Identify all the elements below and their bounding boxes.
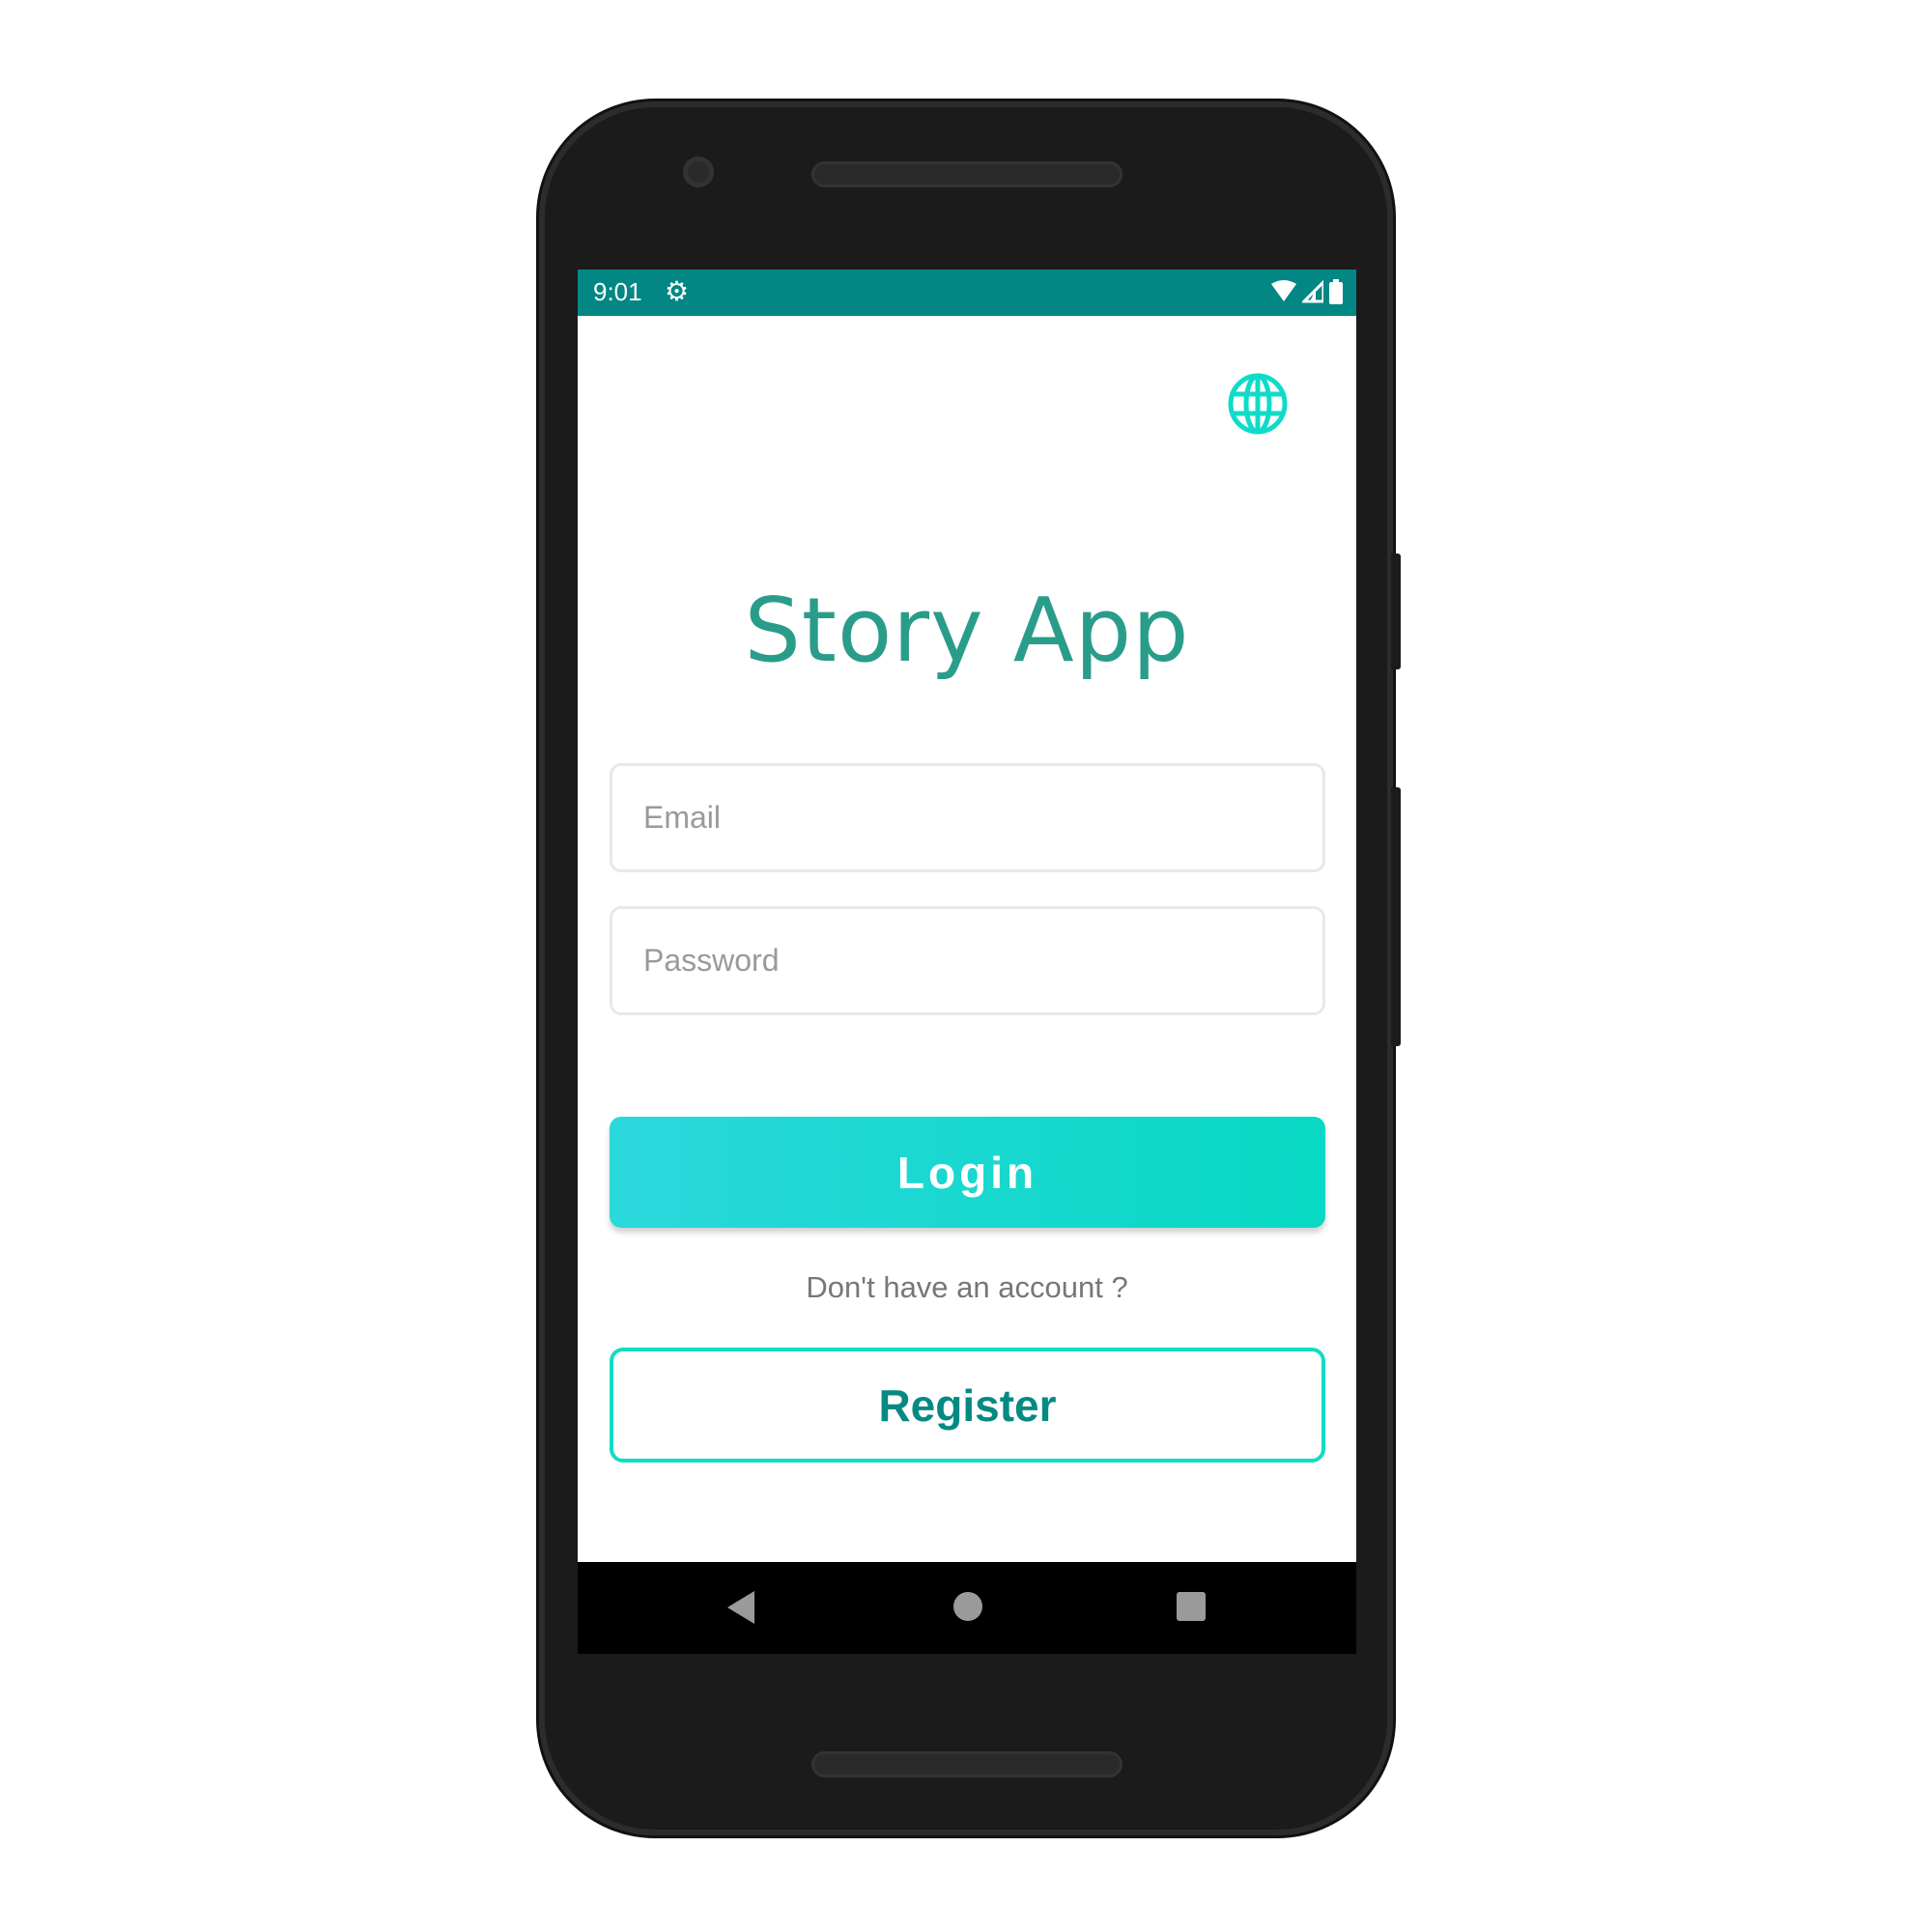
email-input[interactable]	[612, 766, 1322, 869]
register-button[interactable]: Register	[610, 1348, 1325, 1463]
navigation-bar	[578, 1562, 1356, 1654]
gear-icon: ⚙	[665, 276, 690, 306]
no-account-text: Don't have an account ?	[806, 1270, 1128, 1304]
back-icon[interactable]	[727, 1591, 754, 1629]
signal-icon	[1302, 280, 1323, 303]
app-title: Story App	[744, 579, 1190, 682]
password-input[interactable]	[612, 909, 1322, 1012]
recents-icon[interactable]	[1177, 1592, 1206, 1621]
password-field[interactable]	[610, 906, 1325, 1015]
email-field[interactable]	[610, 763, 1325, 872]
status-time: 9:01	[593, 277, 642, 306]
front-camera	[683, 156, 714, 187]
wifi-icon	[1271, 280, 1296, 301]
volume-button	[1391, 787, 1401, 1046]
bottom-speaker	[811, 1751, 1122, 1777]
status-bar: 9:01 ⚙	[578, 270, 1356, 316]
earpiece-speaker	[811, 161, 1122, 187]
home-icon[interactable]	[953, 1592, 982, 1621]
app-screen: 9:01 ⚙ Story App Login Don't have an acc…	[578, 270, 1356, 1654]
battery-icon	[1329, 279, 1343, 304]
power-button	[1391, 554, 1401, 669]
login-button[interactable]: Login	[610, 1117, 1325, 1228]
globe-icon[interactable]	[1227, 373, 1289, 435]
